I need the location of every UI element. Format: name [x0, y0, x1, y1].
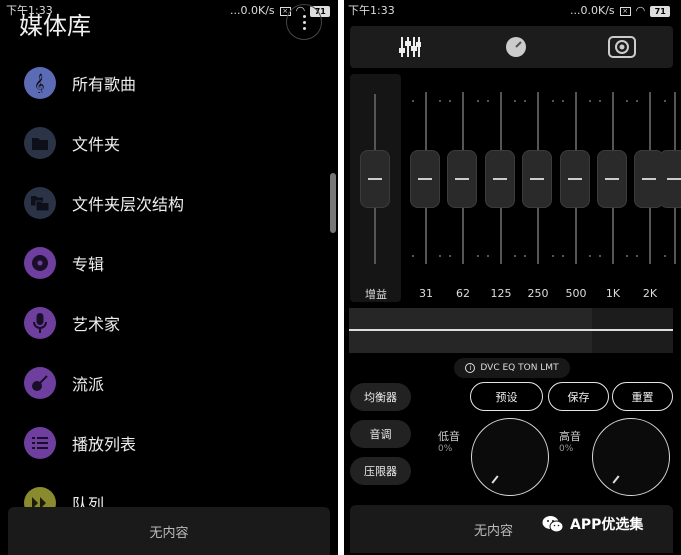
battery-icon: 71 — [650, 5, 671, 17]
eq-band-label: 1K — [605, 287, 621, 300]
library-item-artists[interactable]: 艺术家 — [0, 293, 330, 353]
library-item-label: 流派 — [72, 375, 105, 394]
eq-band-label: 500 — [565, 287, 587, 300]
network-speed: ...0.0K/s — [230, 4, 275, 17]
scrollbar[interactable] — [330, 173, 336, 233]
dsp-tab-bar — [350, 26, 673, 68]
library-item-playlists[interactable]: 播放列表 — [0, 413, 330, 473]
speaker-icon — [608, 36, 636, 58]
folders-icon — [24, 187, 56, 219]
disc-icon — [24, 247, 56, 279]
folder-icon — [24, 127, 56, 159]
gain-label: 增益 — [365, 288, 387, 301]
save-button[interactable]: 保存 — [548, 382, 609, 411]
library-item-label: 文件夹层次结构 — [72, 195, 185, 214]
treble-clef-icon: 𝄞 — [24, 67, 56, 99]
wifi-icon: ◠ — [635, 4, 646, 17]
tab-tone[interactable] — [496, 32, 536, 62]
now-playing-text: 无内容 — [473, 523, 513, 539]
eq-band-label: 250 — [527, 287, 549, 300]
gain-slider-thumb[interactable] — [360, 150, 390, 208]
library-item-label: 艺术家 — [72, 315, 121, 334]
limiter-mode-button[interactable]: 压限器 — [350, 457, 411, 485]
eq-band-label: 31 — [419, 287, 433, 300]
eq-band-label: 62 — [456, 287, 470, 300]
tone-mode-button[interactable]: 音调 — [350, 420, 411, 448]
guitar-icon — [24, 367, 56, 399]
gain-slider-panel: 增益 — [350, 74, 401, 302]
watermark-text: APP优选集 — [570, 517, 644, 533]
status-indicators: ...0.0K/s × ◠ 71 — [570, 0, 671, 22]
tab-speaker[interactable] — [602, 32, 642, 62]
library-item-label: 所有歌曲 — [72, 75, 137, 94]
library-item-albums[interactable]: 专辑 — [0, 233, 330, 293]
eq-band-125[interactable]: 125 — [481, 92, 521, 302]
knob-dial-icon — [506, 37, 526, 57]
eq-band-62[interactable]: 62 — [443, 92, 483, 302]
library-item-label: 专辑 — [72, 255, 105, 274]
dsp-status-pill[interactable]: i DVC EQ TON LMT — [454, 358, 570, 378]
bass-knob-label: 低音 — [438, 430, 460, 443]
frequency-response-graph — [349, 308, 673, 353]
more-vertical-icon — [302, 14, 306, 30]
dsp-status-text: DVC EQ TON LMT — [480, 363, 559, 373]
list-icon — [24, 427, 56, 459]
reset-button[interactable]: 重置 — [612, 382, 673, 411]
library-item-label: 播放列表 — [72, 435, 137, 454]
status-time: 下午1:33 — [348, 4, 395, 17]
overflow-menu-button[interactable] — [286, 4, 322, 40]
now-playing-bar[interactable]: 无内容 — [8, 507, 330, 555]
network-speed: ...0.0K/s — [570, 4, 615, 17]
preset-button[interactable]: 预设 — [470, 382, 543, 411]
info-icon: i — [465, 363, 476, 373]
tab-equalizer[interactable] — [390, 32, 430, 62]
library-item-all-songs[interactable]: 𝄞 所有歌曲 — [0, 53, 330, 113]
eq-band-label: 125 — [490, 287, 512, 300]
microphone-icon — [24, 307, 56, 339]
bass-knob-value: 0% — [438, 444, 453, 454]
wechat-icon — [542, 516, 564, 533]
eq-band-partial[interactable] — [662, 92, 681, 302]
eq-band-250[interactable]: 250 — [518, 92, 558, 302]
treble-knob[interactable] — [592, 418, 670, 496]
library-item-genres[interactable]: 流派 — [0, 353, 330, 413]
sim-x-icon: × — [619, 6, 631, 16]
media-library-screen: 下午1:33 ...0.0K/s × ◠ 71 媒体库 𝄞 所有歌曲 文件夹 文… — [0, 0, 338, 555]
eq-band-31[interactable]: 31 — [406, 92, 446, 302]
bass-knob[interactable] — [471, 418, 549, 496]
equalizer-sliders-icon — [399, 37, 421, 57]
watermark: APP优选集 — [542, 514, 643, 534]
treble-knob-value: 0% — [559, 444, 574, 454]
svg-text:𝄞: 𝄞 — [34, 74, 45, 93]
library-item-label: 文件夹 — [72, 135, 121, 154]
treble-knob-label: 高音 — [559, 430, 581, 443]
equalizer-screen: 下午1:33 ...0.0K/s × ◠ 71 增益 31 62 125 250… — [344, 0, 681, 555]
eq-band-500[interactable]: 500 — [556, 92, 596, 302]
eq-band-1k[interactable]: 1K — [593, 92, 633, 302]
library-item-folder-hierarchy[interactable]: 文件夹层次结构 — [0, 173, 330, 233]
page-title: 媒体库 — [19, 12, 91, 40]
response-curve — [349, 329, 673, 331]
library-item-folders[interactable]: 文件夹 — [0, 113, 330, 173]
equalizer-mode-button[interactable]: 均衡器 — [350, 383, 411, 411]
